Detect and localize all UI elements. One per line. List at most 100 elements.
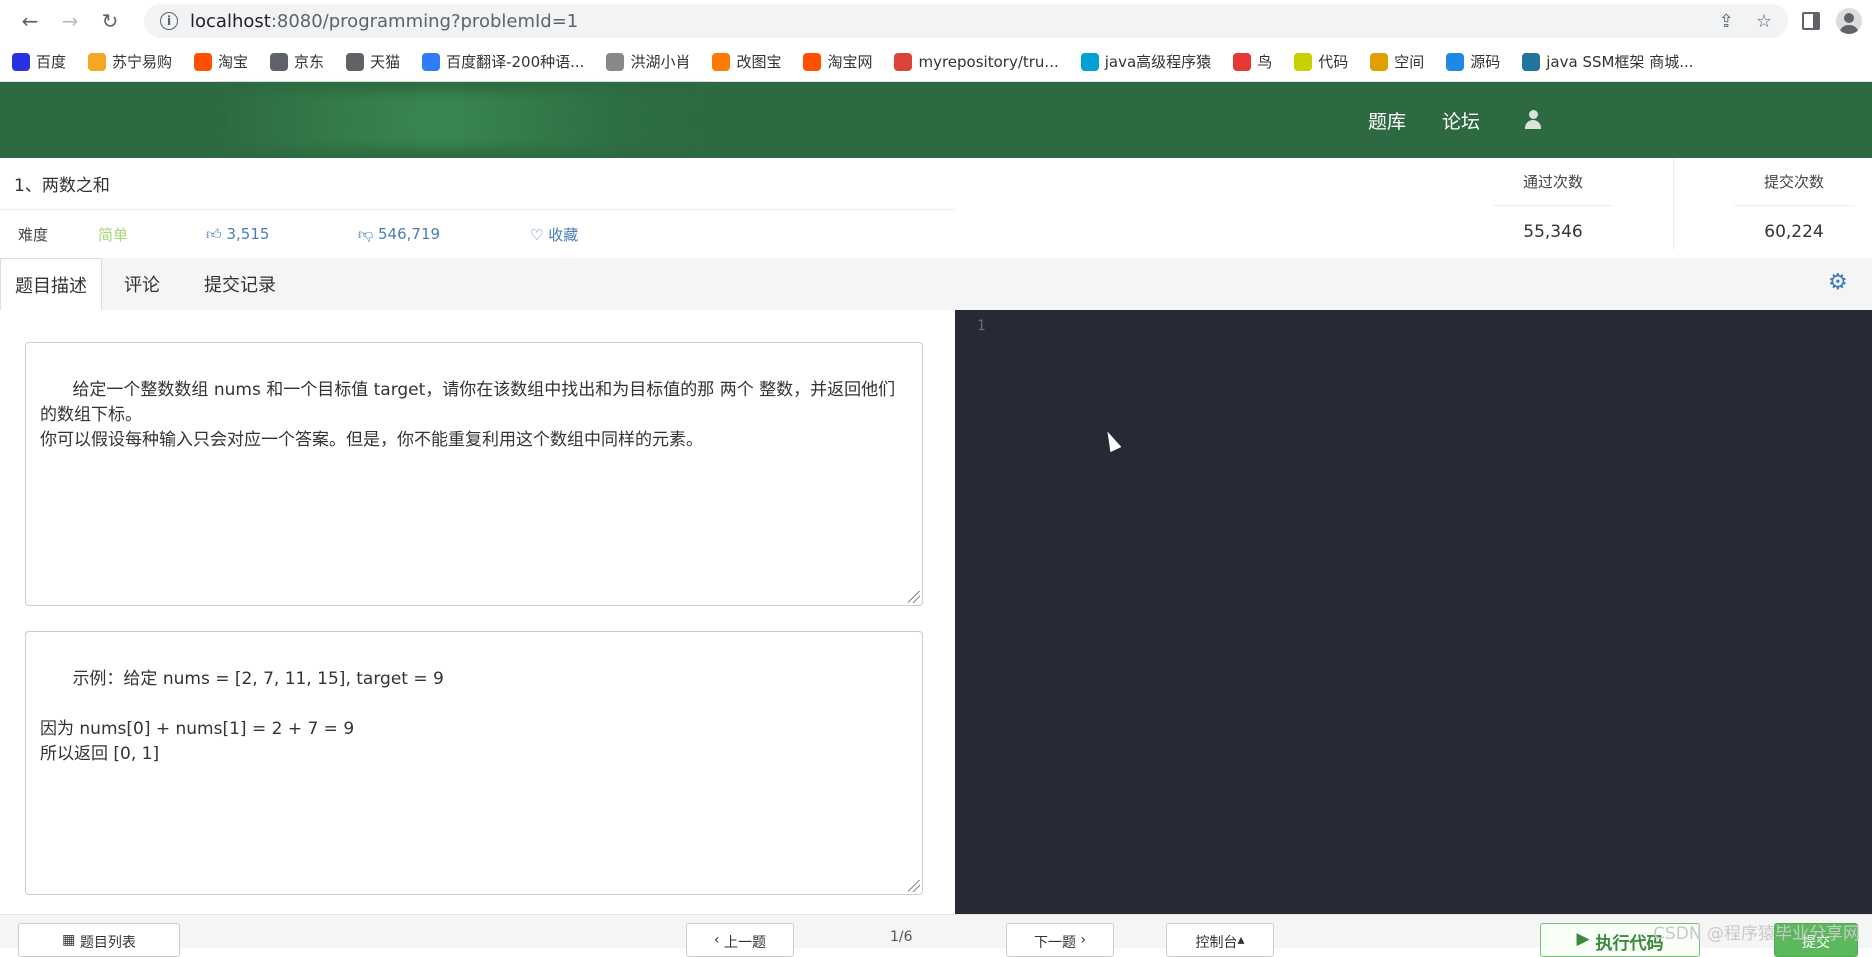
example-textarea[interactable]: 示例：给定 nums = [2, 7, 11, 15], target = 9 … [25,631,923,895]
submit-stat: 提交次数 60,224 [1674,158,1872,258]
problem-info: 1、两数之和 难度 简单 👍︎ 3,515 👎︎ 546,719 ♡ 收藏 通过… [0,158,1872,258]
code-editor[interactable]: 1 [955,310,1872,914]
bookmark-item[interactable]: 改图宝 [712,51,781,72]
bookmark-label: myrepository/tru... [918,52,1059,71]
bookmark-label: 洪湖小肖 [630,53,691,71]
bookmark-label: 鸟 [1257,53,1273,71]
favorite-button[interactable]: ♡ 收藏 [530,224,578,245]
bookmark-favicon-icon [1370,52,1389,71]
tab-description[interactable]: 题目描述 [0,258,102,310]
bookmark-star-icon[interactable]: ☆ [1756,11,1772,32]
share-icon[interactable]: ⇪ [1719,11,1734,32]
bookmark-label: 代码 [1318,53,1349,71]
problem-tabs: 题目描述 评论 提交记录 ⚙ [0,258,1872,310]
pass-count: 55,346 [1523,222,1583,242]
difficulty-label: 难度 [18,225,49,244]
bookmark-item[interactable]: 淘宝网 [803,51,872,72]
main-area: 给定一个整数数组 nums 和一个目标值 target，请你在该数组中找出和为目… [0,310,1872,914]
bookmark-label: 百度 [36,53,67,71]
problem-meta: 难度 简单 👍︎ 3,515 👎︎ 546,719 ♡ 收藏 [0,210,955,258]
difficulty-value: 简单 [98,225,129,244]
bookmark-label: 天猫 [370,53,401,71]
favorite-label: 收藏 [548,225,579,244]
description-textarea[interactable]: 给定一个整数数组 nums 和一个目标值 target，请你在该数组中找出和为目… [25,342,923,606]
bookmark-label: 淘宝网 [827,53,873,71]
bookmark-label: 苏宁易购 [112,53,173,71]
prev-problem-button[interactable]: ‹ 上一题 [686,923,794,957]
bookmark-favicon-icon [1446,52,1465,71]
bottom-bar: ▦ 题目列表 ‹ 上一题 1/6 下一题 › 控制台 ▴ ▶ 执行代码 提交 CS… [0,914,1872,957]
bookmark-item[interactable]: 百度 [12,51,66,72]
nav-problem-bank[interactable]: 题库 [1368,107,1406,134]
bookmark-item[interactable]: 京东 [270,51,324,72]
bookmark-favicon-icon [712,52,731,71]
resize-handle-icon[interactable] [908,880,920,892]
bookmark-item[interactable]: java高级程序猿 [1080,51,1211,72]
bookmark-favicon-icon [270,52,289,71]
url-host: localhost [190,10,271,32]
bookmark-item[interactable]: myrepository/tru... [894,52,1059,71]
bookmark-favicon-icon [803,52,822,71]
bookmark-item[interactable]: 鸟 [1233,51,1272,72]
site-info-icon[interactable]: i [160,12,178,30]
bookmark-favicon-icon [88,52,107,71]
bookmark-label: java SSM框架 商城... [1546,53,1694,71]
thumbs-up-icon: 👍︎ [206,224,222,243]
user-icon[interactable] [1524,110,1542,130]
bookmark-item[interactable]: 空间 [1370,51,1424,72]
resize-handle-icon[interactable] [908,591,920,603]
forward-arrow-icon[interactable]: → [50,0,90,42]
bookmark-favicon-icon [1522,52,1541,71]
example-text: 示例：给定 nums = [2, 7, 11, 15], target = 9 … [40,669,444,764]
submit-count: 60,224 [1764,222,1824,242]
chevron-left-icon: ‹ [713,932,725,948]
bookmark-label: 京东 [294,53,325,71]
like-count: 3,515 [226,224,270,243]
dislike-button[interactable]: 👎︎ 546,719 [358,225,440,244]
bookmark-label: 改图宝 [736,53,782,71]
problem-list-button[interactable]: ▦ 题目列表 [18,923,180,957]
tab-comments[interactable]: 评论 [102,258,182,310]
like-button[interactable]: 👍︎ 3,515 [206,225,269,244]
dislike-count: 546,719 [378,224,441,243]
thumbs-down-icon: 👎︎ [358,224,374,243]
nav-forum[interactable]: 论坛 [1442,107,1480,134]
problem-pane: 给定一个整数数组 nums 和一个目标值 target，请你在该数组中找出和为目… [0,310,955,914]
tab-submissions[interactable]: 提交记录 [182,258,298,310]
bookmark-label: 淘宝 [218,53,249,71]
heart-icon: ♡ [530,225,544,244]
address-bar[interactable]: i localhost:8080/programming?problemId=1… [144,4,1788,38]
bookmark-item[interactable]: 洪湖小肖 [606,51,690,72]
bookmark-favicon-icon [1233,52,1252,71]
watermark: CSDN @程序猿毕业分享网 [1653,924,1860,944]
bookmark-item[interactable]: 代码 [1294,51,1348,72]
side-panel-icon[interactable] [1802,12,1820,30]
chevron-right-icon: › [1075,932,1087,948]
gear-icon[interactable]: ⚙ [1828,272,1850,294]
bookmark-favicon-icon [346,52,365,71]
bookmark-item[interactable]: 淘宝 [194,51,248,72]
bookmark-item[interactable]: 百度翻译-200种语... [422,51,584,72]
site-logo[interactable] [220,92,710,148]
console-button[interactable]: 控制台 ▴ [1166,923,1274,957]
bookmark-favicon-icon [894,52,913,71]
reload-icon[interactable]: ↻ [90,0,130,42]
submit-count-label: 提交次数 [1734,158,1854,206]
bookmark-favicon-icon [606,52,625,71]
site-nav: 题库 论坛 [1368,107,1542,134]
pass-stat: 通过次数 55,346 [1433,158,1673,258]
bookmark-item[interactable]: 天猫 [346,51,400,72]
grid-icon: ▦ [62,932,80,948]
pass-count-label: 通过次数 [1493,158,1613,206]
next-problem-button[interactable]: 下一题 › [1006,923,1114,957]
bookmark-favicon-icon [1080,52,1099,71]
bookmark-item[interactable]: 源码 [1446,51,1500,72]
bookmark-item[interactable]: java SSM框架 商城... [1522,51,1694,72]
description-text: 给定一个整数数组 nums 和一个目标值 target，请你在该数组中找出和为目… [40,380,896,450]
account-icon[interactable] [1836,8,1862,34]
back-arrow-icon[interactable]: ← [10,0,50,42]
bookmark-label: 百度翻译-200种语... [446,53,585,71]
bookmark-item[interactable]: 苏宁易购 [88,51,172,72]
mouse-cursor-icon [1102,428,1122,453]
url-path: :8080/programming?problemId=1 [270,10,579,32]
